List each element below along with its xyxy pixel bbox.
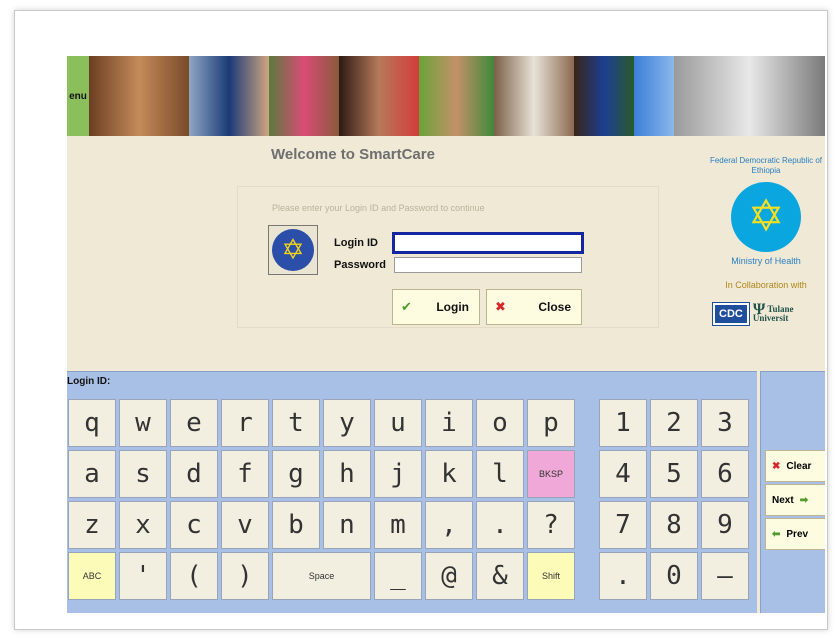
ministry-star-icon: ✡ xyxy=(731,182,801,252)
prev-button-label: Prev xyxy=(786,528,809,540)
key-6[interactable]: 6 xyxy=(701,450,749,498)
key-x[interactable]: x xyxy=(119,501,167,549)
key-5[interactable]: 5 xyxy=(650,450,698,498)
key-8[interactable]: 8 xyxy=(650,501,698,549)
ministry-panel: Federal Democratic Republic of Ethiopia … xyxy=(707,156,825,326)
backspace-key[interactable]: BKSP xyxy=(527,450,575,498)
key-h[interactable]: h xyxy=(323,450,371,498)
key-w[interactable]: w xyxy=(119,399,167,447)
ethiopia-emblem: ✡ xyxy=(268,225,318,275)
key-o[interactable]: o xyxy=(476,399,524,447)
password-label: Password xyxy=(334,259,386,271)
key-s[interactable]: s xyxy=(119,450,167,498)
country-name: Federal Democratic Republic of Ethiopia xyxy=(709,156,823,175)
arrow-left-icon: ⬅ xyxy=(772,528,781,540)
cdc-logo: CDC xyxy=(712,302,750,326)
login-panel: Please enter your Login ID and Password … xyxy=(237,186,659,328)
login-prompt: Please enter your Login ID and Password … xyxy=(272,203,485,213)
tulane-logo: Ψ Tulane Universit xyxy=(752,301,794,323)
key-u[interactable]: u xyxy=(374,399,422,447)
key-comma[interactable]: , xyxy=(425,501,473,549)
key-a[interactable]: a xyxy=(68,450,116,498)
key-0[interactable]: 0 xyxy=(650,552,698,600)
key-v[interactable]: v xyxy=(221,501,269,549)
x-icon: ✖ xyxy=(495,299,506,314)
key-p[interactable]: p xyxy=(527,399,575,447)
collaboration-text: In Collaboration with xyxy=(725,280,807,290)
page-title: Welcome to SmartCare xyxy=(271,146,435,163)
menu-button[interactable]: enu xyxy=(67,56,89,136)
key-1[interactable]: 1 xyxy=(599,399,647,447)
key-l[interactable]: l xyxy=(476,450,524,498)
window-frame: enu Welcome to SmartCare Please enter yo… xyxy=(14,10,828,630)
key-d[interactable]: d xyxy=(170,450,218,498)
key-q[interactable]: q xyxy=(68,399,116,447)
next-button[interactable]: Next ➡ xyxy=(765,484,825,516)
next-button-label: Next xyxy=(772,494,794,506)
key-2[interactable]: 2 xyxy=(650,399,698,447)
key-period[interactable]: . xyxy=(476,501,524,549)
header-banner: enu xyxy=(67,56,825,136)
login-button[interactable]: ✔ Login xyxy=(392,289,480,325)
key-7[interactable]: 7 xyxy=(599,501,647,549)
key-ampersand[interactable]: & xyxy=(476,552,524,600)
onscreen-keyboard: Login ID: q w e r t y u i o p a s d f g … xyxy=(67,371,757,613)
key-open-paren[interactable]: ( xyxy=(170,552,218,600)
key-decimal[interactable]: . xyxy=(599,552,647,600)
key-k[interactable]: k xyxy=(425,450,473,498)
login-id-label: Login ID xyxy=(334,237,378,249)
key-r[interactable]: r xyxy=(221,399,269,447)
x-icon: ✖ xyxy=(772,460,781,472)
close-button[interactable]: ✖ Close xyxy=(486,289,582,325)
login-id-input[interactable] xyxy=(392,232,584,254)
clear-button[interactable]: ✖ Clear xyxy=(765,450,825,482)
ministry-name: Ministry of Health xyxy=(731,256,801,266)
key-question[interactable]: ? xyxy=(527,501,575,549)
arrow-right-icon: ➡ xyxy=(799,494,809,506)
space-key[interactable]: Space xyxy=(272,552,371,600)
check-icon: ✔ xyxy=(401,299,412,314)
shift-key[interactable]: Shift xyxy=(527,552,575,600)
abc-key[interactable]: ABC xyxy=(68,552,116,600)
key-4[interactable]: 4 xyxy=(599,450,647,498)
key-underscore[interactable]: _ xyxy=(374,552,422,600)
login-button-label: Login xyxy=(436,300,469,314)
key-minus[interactable]: – xyxy=(701,552,749,600)
key-f[interactable]: f xyxy=(221,450,269,498)
key-j[interactable]: j xyxy=(374,450,422,498)
key-g[interactable]: g xyxy=(272,450,320,498)
key-z[interactable]: z xyxy=(68,501,116,549)
key-i[interactable]: i xyxy=(425,399,473,447)
key-apostrophe[interactable]: ' xyxy=(119,552,167,600)
key-at[interactable]: @ xyxy=(425,552,473,600)
clear-button-label: Clear xyxy=(786,460,812,472)
star-icon: ✡ xyxy=(272,229,314,271)
key-3[interactable]: 3 xyxy=(701,399,749,447)
smartcare-app: enu Welcome to SmartCare Please enter yo… xyxy=(67,56,825,613)
key-9[interactable]: 9 xyxy=(701,501,749,549)
key-y[interactable]: y xyxy=(323,399,371,447)
key-n[interactable]: n xyxy=(323,501,371,549)
close-button-label: Close xyxy=(538,300,571,314)
key-close-paren[interactable]: ) xyxy=(221,552,269,600)
key-m[interactable]: m xyxy=(374,501,422,549)
key-c[interactable]: c xyxy=(170,501,218,549)
key-t[interactable]: t xyxy=(272,399,320,447)
key-e[interactable]: e xyxy=(170,399,218,447)
password-input[interactable] xyxy=(394,257,582,273)
navigation-panel: ✖ Clear Next ➡ ⬅ Prev xyxy=(760,371,825,613)
prev-button[interactable]: ⬅ Prev xyxy=(765,518,825,550)
keyboard-field-label: Login ID: xyxy=(67,376,111,387)
key-b[interactable]: b xyxy=(272,501,320,549)
partner-logos: CDC Ψ Tulane Universit xyxy=(707,301,825,326)
